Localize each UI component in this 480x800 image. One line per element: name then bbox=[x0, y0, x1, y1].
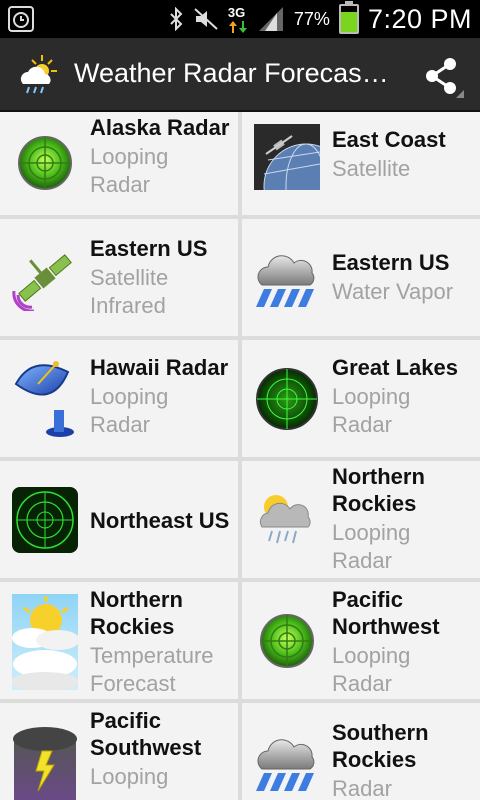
status-bar: 3G 77% 7:20 PM bbox=[0, 0, 480, 38]
item-subtitle: Looping Radar bbox=[90, 384, 169, 437]
bluetooth-icon bbox=[170, 7, 183, 31]
item-title: Hawaii Radar bbox=[90, 355, 229, 380]
sunny-clouds-icon bbox=[12, 594, 78, 690]
square-radar-icon bbox=[12, 487, 78, 553]
list-item-eastern-us-water-vapor[interactable]: Eastern US Water Vapor bbox=[242, 219, 480, 336]
item-title: Eastern US bbox=[332, 250, 450, 275]
rain-cloud-icon bbox=[256, 255, 315, 307]
alarm-icon bbox=[8, 6, 34, 32]
satellite-earth-icon bbox=[254, 124, 320, 190]
list-item-alaska-radar[interactable]: Alaska Radar Looping Radar bbox=[0, 112, 238, 215]
action-bar: Weather Radar Forecas… bbox=[0, 38, 480, 112]
item-subtitle: Radar bbox=[332, 776, 392, 800]
list-item-northern-rockies-temperature[interactable]: Northern Rockies Temperature Forecast bbox=[0, 582, 238, 699]
list-item-pacific-northwest[interactable]: Pacific Northwest Looping Radar bbox=[242, 582, 480, 699]
green-radar-icon bbox=[18, 136, 72, 190]
share-icon[interactable] bbox=[418, 52, 466, 100]
item-subtitle: Looping Radar bbox=[332, 643, 411, 696]
item-title: East Coast bbox=[332, 127, 446, 152]
item-subtitle: Satellite bbox=[332, 156, 411, 181]
item-subtitle: Looping Radar bbox=[90, 144, 169, 197]
item-subtitle: Satellite Infrared bbox=[90, 265, 169, 318]
item-title: Pacific Northwest bbox=[332, 587, 440, 639]
item-subtitle: Water Vapor bbox=[332, 279, 454, 304]
item-title: Pacific Southwest bbox=[90, 708, 202, 760]
list-item-northeast-us[interactable]: Northeast US bbox=[0, 461, 238, 578]
list-item-great-lakes[interactable]: Great Lakes Looping Radar bbox=[242, 340, 480, 457]
battery-icon bbox=[338, 1, 359, 34]
item-title: Northeast US bbox=[90, 508, 230, 533]
clock: 7:20 PM bbox=[367, 3, 472, 34]
list-item-east-coast[interactable]: East Coast Satellite bbox=[242, 112, 480, 215]
item-title: Eastern US bbox=[90, 236, 208, 261]
app-title: Weather Radar Forecas… bbox=[74, 58, 389, 88]
rain-cloud-icon bbox=[256, 739, 315, 791]
item-subtitle: Looping Radar bbox=[332, 520, 411, 573]
item-title: Northern Rockies bbox=[332, 464, 425, 516]
network-label: 3G bbox=[227, 5, 246, 20]
list-item-hawaii-radar[interactable]: Hawaii Radar Looping Radar bbox=[0, 340, 238, 457]
infrared-satellite-icon bbox=[12, 254, 72, 311]
list-item-eastern-us-infrared[interactable]: Eastern US Satellite Infrared bbox=[0, 219, 238, 336]
list-item-southern-rockies[interactable]: Southern Rockies Radar bbox=[242, 703, 480, 800]
item-subtitle: Temperature Forecast bbox=[90, 643, 214, 696]
item-title: Southern Rockies bbox=[332, 720, 429, 772]
mute-icon bbox=[194, 8, 218, 30]
satellite-dish-icon bbox=[14, 361, 74, 437]
item-title: Alaska Radar bbox=[90, 115, 230, 140]
signal-icon bbox=[258, 7, 283, 31]
list-item-northern-rockies-radar[interactable]: Northern Rockies Looping Radar bbox=[242, 461, 480, 578]
green-radar-icon bbox=[260, 614, 314, 668]
lightning-storm-icon bbox=[13, 727, 77, 800]
item-title: Northern Rockies bbox=[90, 587, 183, 639]
list-item-pacific-southwest[interactable]: Pacific Southwest Looping bbox=[0, 703, 238, 800]
weather-app-icon[interactable] bbox=[16, 52, 60, 96]
network-3g-icon: 3G bbox=[228, 5, 248, 33]
item-title: Great Lakes bbox=[332, 355, 458, 380]
item-subtitle: Looping Radar bbox=[332, 384, 411, 437]
battery-percent: 77% bbox=[293, 8, 330, 29]
green-radar-icon bbox=[256, 368, 318, 430]
item-subtitle: Looping bbox=[90, 764, 169, 789]
sun-rain-cloud-icon bbox=[259, 495, 311, 544]
radar-grid: Alaska Radar Looping Radar East Coast Sa… bbox=[0, 112, 480, 800]
